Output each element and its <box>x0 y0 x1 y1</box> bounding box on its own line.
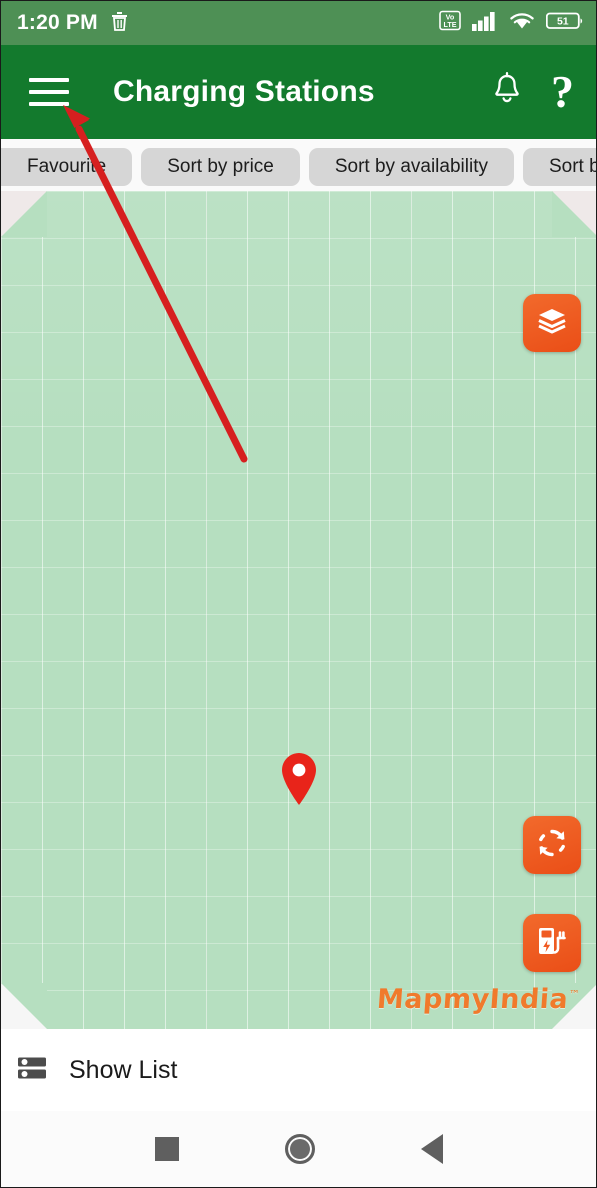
bell-icon[interactable] <box>491 71 523 113</box>
watermark-trademark: ™ <box>568 988 581 1001</box>
status-bar: 1:20 PM Vo LTE 51 <box>1 1 596 45</box>
map-pin-marker[interactable] <box>278 751 320 812</box>
filter-chip-bar: Favourite Sort by price Sort by availabi… <box>1 139 596 191</box>
status-time: 1:20 PM <box>17 11 98 34</box>
battery-icon: 51 <box>545 10 584 36</box>
svg-text:LTE: LTE <box>443 20 456 29</box>
map-view[interactable]: MapmyIndia™ <box>1 191 596 1029</box>
triangle-back-icon[interactable] <box>420 1134 443 1164</box>
status-bar-left: 1:20 PM <box>17 10 129 37</box>
map-tint-overlay <box>1 191 596 1029</box>
circle-home-icon[interactable] <box>284 1134 315 1164</box>
app-bar: Charging Stations ? <box>1 45 596 139</box>
mapmyindia-watermark: MapmyIndia™ <box>376 984 581 1015</box>
hamburger-menu-icon[interactable] <box>29 78 69 106</box>
refresh-button[interactable] <box>523 816 581 874</box>
chip-sort-by-price[interactable]: Sort by price <box>141 148 300 186</box>
android-nav-bar <box>1 1111 596 1187</box>
ev-charging-station-icon <box>534 923 570 964</box>
app-bar-actions: ? <box>491 69 574 115</box>
help-icon[interactable]: ? <box>551 69 574 115</box>
show-list-label: Show List <box>69 1055 178 1084</box>
chip-sort-by-rating[interactable]: Sort by rating <box>522 148 596 186</box>
page-title: Charging Stations <box>113 75 375 108</box>
layers-icon <box>535 304 569 343</box>
battery-level-text: 51 <box>557 16 569 28</box>
map-corner-bottom-left <box>1 983 47 1029</box>
wifi-icon <box>509 10 535 36</box>
trash-icon <box>110 10 129 37</box>
show-list-row[interactable]: Show List <box>1 1029 596 1111</box>
phone-screen: 1:20 PM Vo LTE 51 Charging Stations ? Fa… <box>0 0 597 1188</box>
signal-bars-icon <box>472 10 498 36</box>
chip-favourite[interactable]: Favourite <box>1 148 133 186</box>
watermark-text: MapmyIndia <box>376 984 570 1015</box>
layers-button[interactable] <box>523 294 581 352</box>
map-corner-top-right <box>552 191 596 237</box>
charging-station-button[interactable] <box>523 914 581 972</box>
refresh-icon <box>534 825 570 866</box>
volte-icon: Vo LTE <box>439 10 461 36</box>
list-storage-icon <box>15 1051 49 1090</box>
status-bar-right: Vo LTE 51 <box>439 10 584 36</box>
map-corner-top-left <box>1 191 47 237</box>
square-recents-icon[interactable] <box>154 1137 179 1161</box>
chip-sort-by-availability[interactable]: Sort by availability <box>308 148 514 186</box>
